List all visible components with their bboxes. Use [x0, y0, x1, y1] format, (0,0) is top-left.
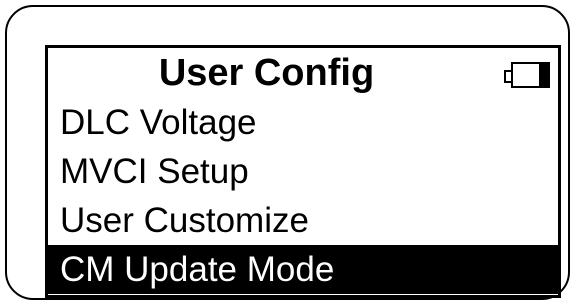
screen-header: User Config	[48, 48, 558, 98]
menu-list: DLC Voltage MVCI Setup User Customize CM…	[48, 98, 558, 294]
menu-item-mvci-setup[interactable]: MVCI Setup	[48, 147, 558, 196]
battery-icon	[504, 62, 550, 88]
battery-level-fill	[539, 64, 548, 86]
menu-item-dlc-voltage[interactable]: DLC Voltage	[48, 98, 558, 147]
page-title: User Config	[158, 52, 375, 94]
menu-item-user-customize[interactable]: User Customize	[48, 196, 558, 245]
lcd-screen: User Config DLC Voltage MVCI Setup User …	[45, 45, 561, 298]
device-frame: User Config DLC Voltage MVCI Setup User …	[5, 5, 570, 300]
menu-item-cm-update-mode[interactable]: CM Update Mode	[48, 245, 558, 294]
battery-body	[511, 62, 550, 88]
